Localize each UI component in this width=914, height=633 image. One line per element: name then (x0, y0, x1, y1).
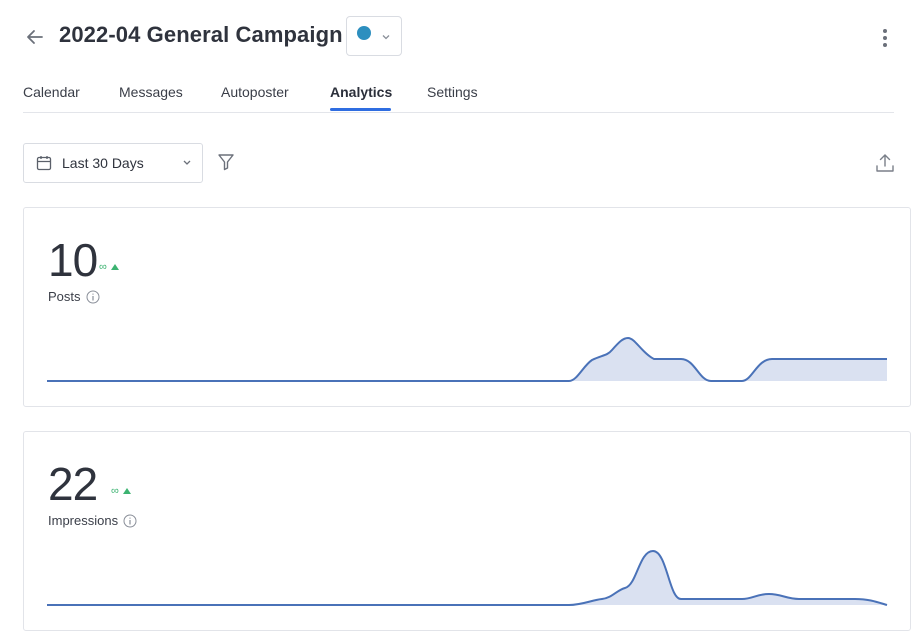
impressions-count: 22 (48, 458, 98, 510)
campaign-tabs: Calendar Messages Autoposter Analytics S… (23, 78, 894, 113)
page-header: 2022-04 General Campaign (0, 0, 914, 70)
calendar-icon (36, 156, 52, 171)
back-button[interactable] (22, 24, 48, 50)
active-tab-indicator (330, 108, 391, 111)
tab-settings[interactable]: Settings (427, 84, 478, 100)
tab-messages[interactable]: Messages (119, 84, 183, 100)
more-options-button[interactable] (874, 26, 896, 50)
campaign-color-swatch (357, 26, 371, 40)
posts-sparkline (47, 336, 887, 382)
date-range-value: Last 30 Days (62, 155, 144, 171)
info-icon[interactable] (86, 290, 100, 304)
trend-up-icon (122, 488, 131, 494)
posts-label-text: Posts (48, 289, 81, 304)
impressions-sparkline (47, 549, 888, 606)
campaign-color-dropdown[interactable] (346, 16, 402, 56)
upload-icon (876, 154, 894, 172)
kebab-dot (883, 43, 887, 47)
arrow-left-icon (27, 30, 43, 44)
page-title: 2022-04 General Campaign (59, 22, 343, 47)
posts-sparkline-area (47, 338, 887, 381)
impressions-label-text: Impressions (48, 513, 119, 528)
posts-label: Posts (48, 289, 100, 304)
impressions-sparkline-area (47, 551, 887, 605)
posts-change-value: ∞ (99, 261, 107, 273)
impressions-label: Impressions (48, 513, 137, 528)
posts-count: 10 (48, 234, 98, 286)
filter-icon (218, 154, 234, 171)
info-icon[interactable] (123, 514, 137, 528)
tab-autoposter[interactable]: Autoposter (221, 84, 289, 100)
impressions-change-value: ∞ (111, 485, 119, 497)
tab-analytics[interactable]: Analytics (330, 84, 392, 100)
tab-calendar[interactable]: Calendar (23, 84, 80, 100)
impressions-change-badge: ∞ (111, 485, 131, 497)
filter-button[interactable] (216, 152, 238, 174)
impressions-metric-card: 22 ∞ Impressions (23, 431, 911, 631)
kebab-dot (883, 36, 887, 40)
export-button[interactable] (874, 152, 896, 174)
kebab-menu-icon (883, 29, 887, 33)
posts-change-badge: ∞ (99, 261, 119, 273)
chevron-down-icon (183, 160, 191, 165)
chevron-down-icon (382, 35, 390, 40)
date-range-select[interactable]: Last 30 Days (23, 143, 203, 183)
trend-up-icon (110, 264, 119, 270)
posts-metric-card: 10 ∞ Posts (23, 207, 911, 407)
